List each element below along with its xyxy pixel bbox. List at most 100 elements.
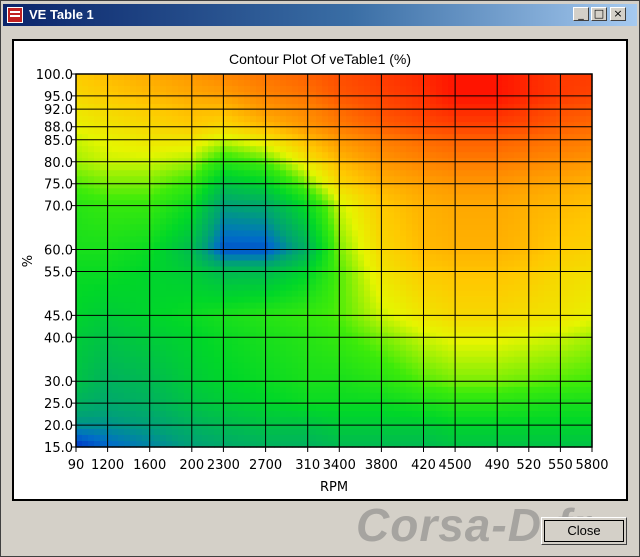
heatmap-cell xyxy=(88,80,95,87)
heatmap-cell xyxy=(556,152,563,159)
heatmap-cell xyxy=(244,296,251,304)
heatmap-cell xyxy=(292,242,299,250)
heatmap-cell xyxy=(382,362,389,370)
heatmap-cell xyxy=(292,272,299,280)
heatmap-cell xyxy=(310,272,317,280)
heatmap-cell xyxy=(460,176,467,183)
heatmap-cell xyxy=(346,416,353,424)
heatmap-cell xyxy=(466,188,473,195)
heatmap-cell xyxy=(250,92,257,99)
heatmap-cell xyxy=(502,176,509,183)
heatmap-cell xyxy=(520,350,527,358)
heatmap-cell xyxy=(232,296,239,304)
heatmap-cell xyxy=(322,266,329,274)
heatmap-cell xyxy=(142,236,149,244)
heatmap-cell xyxy=(202,260,209,268)
heatmap-cell xyxy=(238,392,245,400)
heatmap-cell xyxy=(532,386,539,394)
heatmap-cell xyxy=(346,206,353,213)
heatmap-cell xyxy=(196,212,203,219)
heatmap-cell xyxy=(478,386,485,394)
heatmap-cell xyxy=(286,362,293,370)
heatmap-cell xyxy=(352,284,359,292)
heatmap-cell xyxy=(160,236,167,244)
heatmap-cell xyxy=(490,230,497,238)
heatmap-cell xyxy=(142,392,149,400)
heatmap-cell xyxy=(472,404,479,412)
heatmap-cell xyxy=(406,326,413,334)
heatmap-cell xyxy=(442,140,449,147)
heatmap-cell xyxy=(340,260,347,268)
heatmap-cell xyxy=(352,146,359,153)
heatmap-cell xyxy=(196,338,203,346)
heatmap-cell xyxy=(370,302,377,310)
heatmap-cell xyxy=(478,128,485,135)
heatmap-cell xyxy=(328,302,335,310)
heatmap-cell xyxy=(472,218,479,226)
heatmap-cell xyxy=(310,308,317,316)
heatmap-cell xyxy=(154,410,161,418)
heatmap-cell xyxy=(82,206,89,213)
heatmap-cell xyxy=(448,296,455,304)
heatmap-cell xyxy=(358,284,365,292)
heatmap-cell xyxy=(298,404,305,412)
heatmap-cell xyxy=(112,398,119,406)
heatmap-cell xyxy=(412,362,419,370)
heatmap-cell xyxy=(364,128,371,135)
title-bar[interactable]: VE Table 1 _ □ × xyxy=(3,4,637,26)
heatmap-cell xyxy=(544,362,551,370)
heatmap-cell xyxy=(502,140,509,147)
heatmap-cell xyxy=(448,92,455,99)
heatmap-cell xyxy=(442,332,449,340)
heatmap-cell xyxy=(292,308,299,316)
heatmap-cell xyxy=(484,98,491,105)
heatmap-cell xyxy=(124,254,131,262)
heatmap-cell xyxy=(274,272,281,280)
heatmap-cell xyxy=(550,428,557,436)
heatmap-cell xyxy=(502,416,509,424)
heatmap-cell xyxy=(184,374,191,382)
app-icon[interactable] xyxy=(7,7,23,23)
heatmap-cell xyxy=(520,218,527,226)
heatmap-cell xyxy=(190,326,197,334)
heatmap-cell xyxy=(238,104,245,111)
heatmap-cell xyxy=(484,194,491,201)
heatmap-cell xyxy=(154,122,161,129)
heatmap-cell xyxy=(238,254,245,262)
heatmap-cell xyxy=(124,302,131,310)
heatmap-cell xyxy=(538,344,545,352)
heatmap-cell xyxy=(130,230,137,238)
heatmap-cell xyxy=(382,86,389,93)
heatmap-cell xyxy=(268,416,275,424)
heatmap-cell xyxy=(88,104,95,111)
heatmap-cell xyxy=(316,212,323,219)
heatmap-cell xyxy=(478,392,485,400)
heatmap-cell xyxy=(514,86,521,93)
heatmap-cell xyxy=(328,434,335,442)
close-window-button[interactable]: × xyxy=(610,7,626,21)
heatmap-cell xyxy=(238,308,245,316)
heatmap-cell xyxy=(412,374,419,382)
heatmap-cell xyxy=(166,164,173,171)
heatmap-cell xyxy=(118,392,125,400)
heatmap-cell xyxy=(214,128,221,135)
heatmap-cell xyxy=(310,236,317,244)
heatmap-cell xyxy=(112,194,119,201)
heatmap-cell xyxy=(160,410,167,418)
minimize-button[interactable]: _ xyxy=(573,7,589,21)
heatmap-cell xyxy=(130,86,137,93)
heatmap-cell xyxy=(94,230,101,238)
heatmap-cell xyxy=(286,266,293,274)
heatmap-cell xyxy=(394,230,401,238)
heatmap-cell xyxy=(436,290,443,298)
heatmap-cell xyxy=(184,350,191,358)
heatmap-cell xyxy=(484,74,491,81)
maximize-button[interactable]: □ xyxy=(591,7,607,21)
heatmap-cell xyxy=(100,368,107,376)
heatmap-cell xyxy=(442,152,449,159)
heatmap-cell xyxy=(472,368,479,376)
heatmap-cell xyxy=(88,74,95,81)
heatmap-cell xyxy=(436,308,443,316)
heatmap-cell xyxy=(448,404,455,412)
heatmap-cell xyxy=(478,290,485,298)
